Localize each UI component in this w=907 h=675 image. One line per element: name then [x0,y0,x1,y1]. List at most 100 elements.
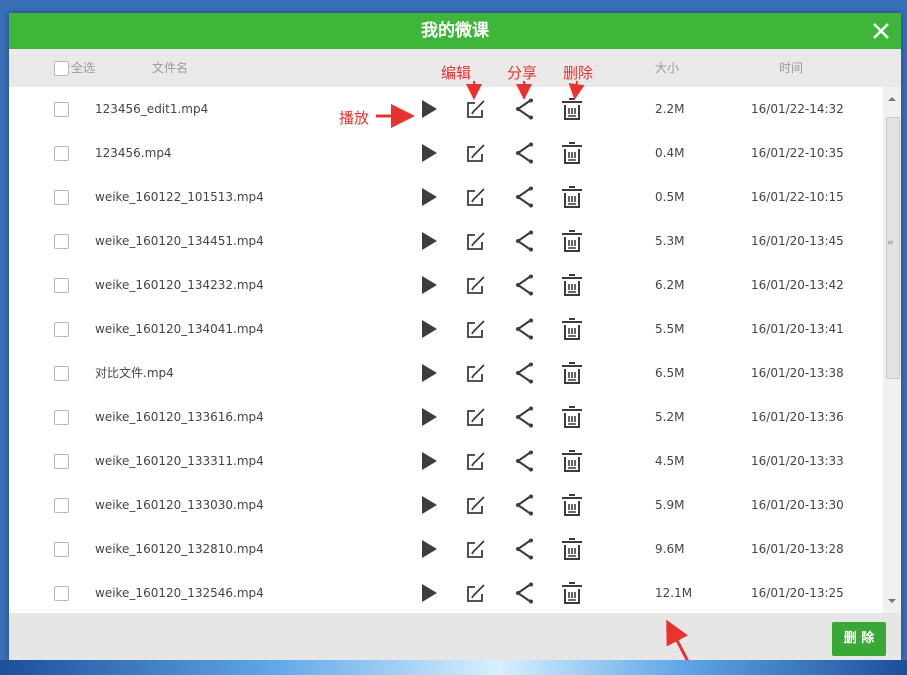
trash-icon[interactable] [560,493,584,517]
table-row: weike_160120_132546.mp4 12.1M 16/01/20-1… [9,571,882,613]
play-icon[interactable] [417,537,441,561]
scroll-down-arrow-icon[interactable] [888,599,896,603]
row-checkbox[interactable] [54,146,69,161]
share-icon[interactable] [513,581,537,605]
edit-icon[interactable] [464,581,488,605]
vertical-scrollbar[interactable]: ≡ [883,87,901,613]
file-size: 12.1M [655,586,693,600]
share-icon[interactable] [513,141,537,165]
table-row: weike_160120_132810.mp4 9.6M 16/01/20-13… [9,527,882,571]
file-size: 5.5M [655,322,685,336]
table-row: weike_160120_133616.mp4 5.2M 16/01/20-13… [9,395,882,439]
file-name: weike_160120_134232.mp4 [95,278,264,292]
file-time: 16/01/20-13:42 [751,278,844,292]
edit-icon[interactable] [464,361,488,385]
file-name: 123456_edit1.mp4 [95,102,209,116]
file-size: 5.3M [655,234,685,248]
file-time: 16/01/20-13:28 [751,542,844,556]
edit-icon[interactable] [464,537,488,561]
play-icon[interactable] [417,361,441,385]
trash-icon[interactable] [560,273,584,297]
scroll-up-arrow-icon[interactable] [888,97,896,101]
file-size: 6.2M [655,278,685,292]
share-icon[interactable] [513,229,537,253]
table-row: weike_160120_134041.mp4 5.5M 16/01/20-13… [9,307,882,351]
file-size: 4.5M [655,454,685,468]
trash-icon[interactable] [560,141,584,165]
edit-icon[interactable] [464,97,488,121]
edit-icon[interactable] [464,141,488,165]
row-checkbox[interactable] [54,278,69,293]
play-icon[interactable] [417,229,441,253]
trash-icon[interactable] [560,449,584,473]
play-icon[interactable] [417,185,441,209]
share-icon[interactable] [513,361,537,385]
share-icon[interactable] [513,273,537,297]
play-icon[interactable] [417,405,441,429]
row-checkbox[interactable] [54,322,69,337]
edit-icon[interactable] [464,317,488,341]
file-name: weike_160120_132546.mp4 [95,586,264,600]
edit-icon[interactable] [464,449,488,473]
play-icon[interactable] [417,273,441,297]
row-checkbox[interactable] [54,234,69,249]
edit-icon[interactable] [464,185,488,209]
file-size: 9.6M [655,542,685,556]
share-icon[interactable] [513,97,537,121]
play-icon[interactable] [417,141,441,165]
trash-icon[interactable] [560,317,584,341]
trash-icon[interactable] [560,97,584,121]
share-icon[interactable] [513,405,537,429]
annotation-play-label: 播放 [339,109,370,127]
table-row: 对比文件.mp4 6.5M 16/01/20-13:38 [9,351,882,395]
edit-icon[interactable] [464,405,488,429]
row-checkbox[interactable] [54,410,69,425]
share-icon[interactable] [513,493,537,517]
edit-icon[interactable] [464,493,488,517]
file-list: 123456_edit1.mp4 2.2M 16/01/22-14:32 123… [9,87,882,613]
file-time: 16/01/20-13:25 [751,586,844,600]
select-all-label[interactable]: 全选 [71,49,95,87]
row-checkbox[interactable] [54,542,69,557]
trash-icon[interactable] [560,185,584,209]
trash-icon[interactable] [560,229,584,253]
play-icon[interactable] [417,493,441,517]
scrollbar-thumb[interactable] [886,117,900,379]
close-icon[interactable] [867,17,895,45]
share-icon[interactable] [513,449,537,473]
play-icon[interactable] [417,449,441,473]
footer-bar: 删 除 [9,613,901,660]
grip-icon: ≡ [887,238,894,247]
play-icon[interactable] [417,581,441,605]
trash-icon[interactable] [560,537,584,561]
row-checkbox[interactable] [54,454,69,469]
title-bar: 我的微课 [9,13,901,49]
table-row: weike_160120_133311.mp4 4.5M 16/01/20-13… [9,439,882,483]
row-checkbox[interactable] [54,102,69,117]
share-icon[interactable] [513,185,537,209]
play-icon[interactable] [417,317,441,341]
edit-icon[interactable] [464,229,488,253]
file-size: 0.5M [655,190,685,204]
edit-icon[interactable] [464,273,488,297]
file-size: 6.5M [655,366,685,380]
file-size: 0.4M [655,146,685,160]
select-all-checkbox[interactable] [54,61,69,76]
row-checkbox[interactable] [54,498,69,513]
delete-button[interactable]: 删 除 [832,622,886,656]
row-checkbox[interactable] [54,190,69,205]
file-name: weike_160122_101513.mp4 [95,190,264,204]
row-checkbox[interactable] [54,366,69,381]
trash-icon[interactable] [560,581,584,605]
file-time: 16/01/20-13:30 [751,498,844,512]
table-row: weike_160120_134451.mp4 5.3M 16/01/20-13… [9,219,882,263]
play-icon[interactable] [417,97,441,121]
row-checkbox[interactable] [54,586,69,601]
file-time: 16/01/22-10:15 [751,190,844,204]
share-icon[interactable] [513,317,537,341]
annotation-delete-label: 删除 [563,64,594,82]
trash-icon[interactable] [560,405,584,429]
trash-icon[interactable] [560,361,584,385]
file-time: 16/01/20-13:38 [751,366,844,380]
share-icon[interactable] [513,537,537,561]
